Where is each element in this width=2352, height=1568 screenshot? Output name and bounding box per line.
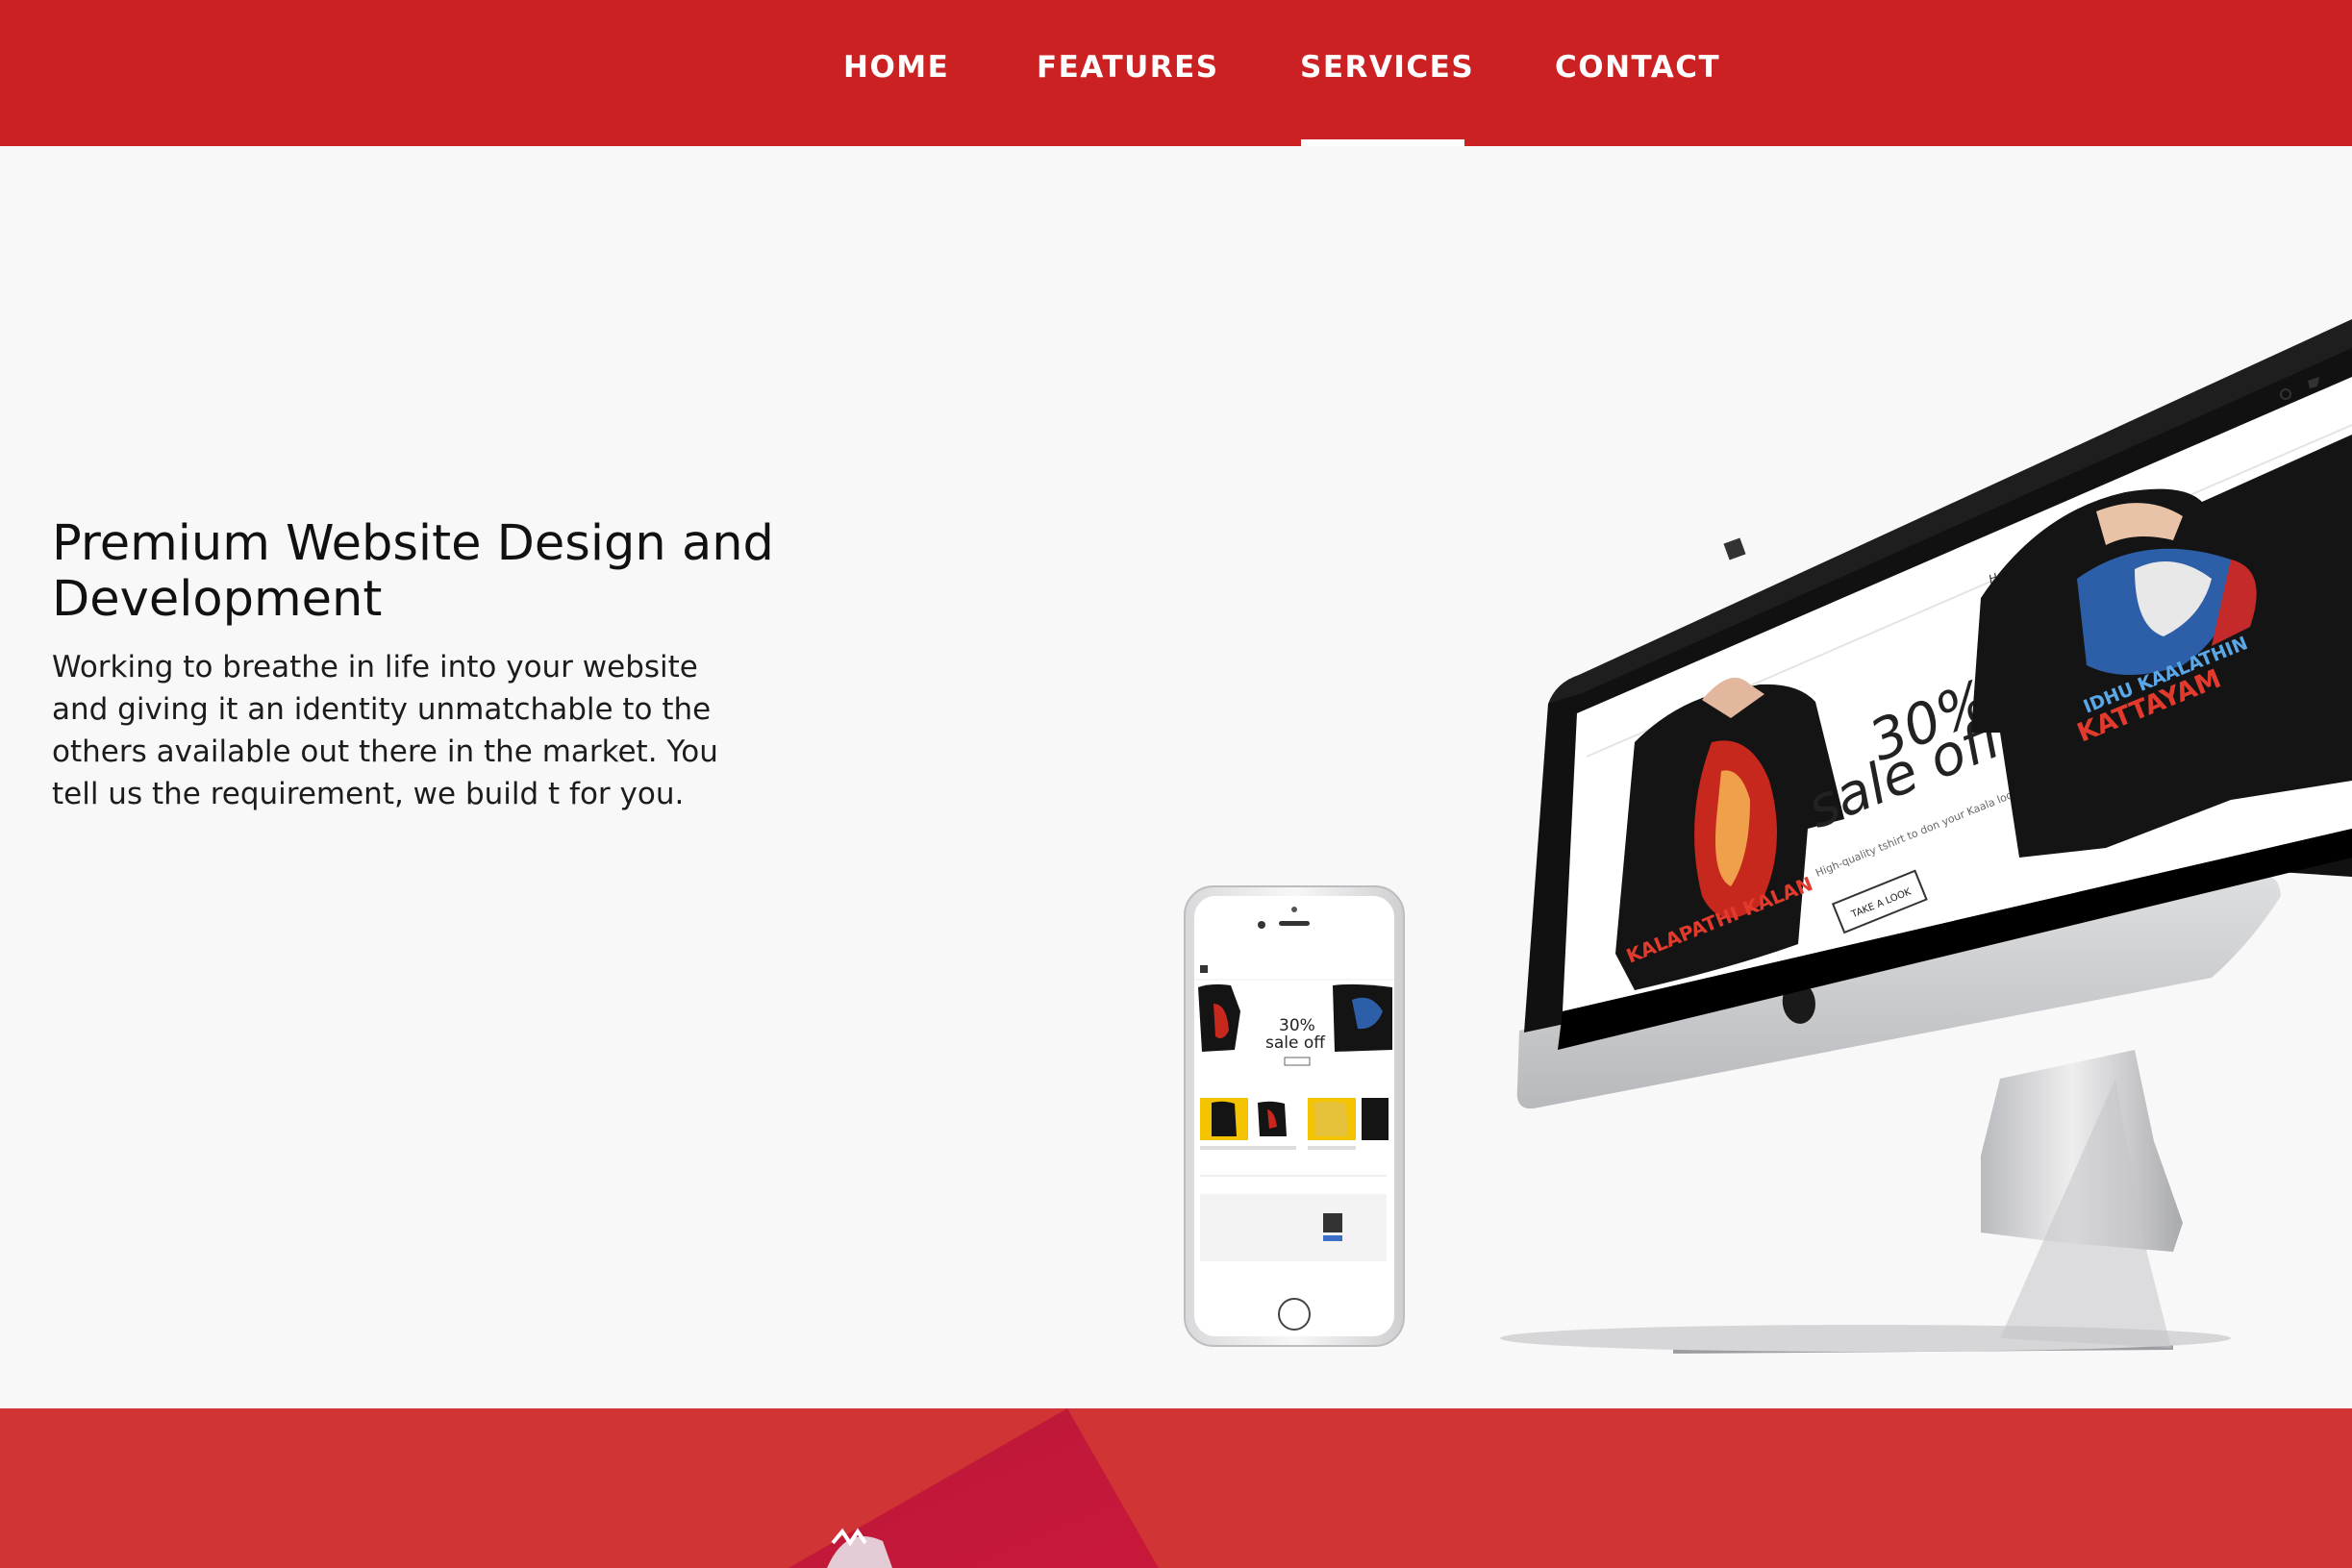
phone-mockup: 30% sale off [1184, 885, 1405, 1347]
nav-link-contact[interactable]: CONTACT [1555, 50, 1720, 85]
phone-promo-line2: sale off [1265, 1033, 1326, 1053]
hero-title: Premium Website Design and Development [52, 515, 774, 628]
top-nav-bar: HOME FEATURES SERVICES CONTACT [0, 0, 2352, 146]
active-nav-indicator [1301, 139, 1464, 146]
screen-logo-icon [1723, 537, 1746, 560]
hero-section: Premium Website Design and Development W… [0, 146, 2352, 1408]
nav-link-features[interactable]: FEATURES [1037, 50, 1219, 85]
bottom-decoration [788, 1408, 1159, 1568]
hero-description: Working to breathe in life into your web… [52, 650, 718, 811]
nav-link-services[interactable]: SERVICES [1300, 50, 1474, 85]
bottom-section [0, 1408, 2352, 1568]
device-mockup-image: Home KALAPATHI KALAN 30% sale off High-q… [1184, 319, 2352, 1354]
phone-promo-line1: 30% [1279, 1016, 1315, 1035]
nav-link-home[interactable]: HOME [843, 50, 949, 85]
nav-menu: HOME FEATURES SERVICES CONTACT [0, 0, 2352, 146]
monitor-stand [1500, 1050, 2231, 1354]
